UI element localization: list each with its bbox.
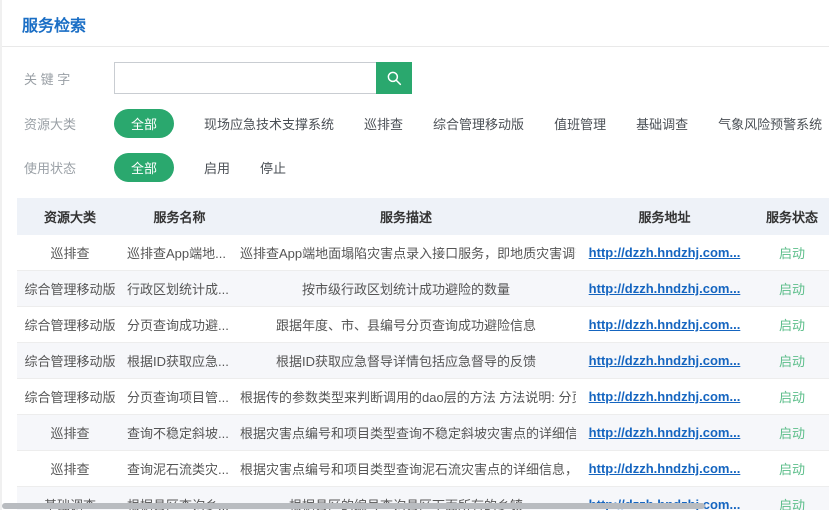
status-badge: 启动 [753, 451, 829, 487]
filter-panel: 关 键 字 资源大类 全部 现场应急技术支撑系统 巡排查 综合管理移动版 值班管… [2, 62, 829, 182]
cell-name: 行政区划统计成... [123, 271, 236, 307]
category-option-6[interactable]: 气象风险预警系统 [718, 114, 822, 133]
status-badge: 启动 [753, 379, 829, 415]
cell-name: 查询不稳定斜坡... [123, 415, 236, 451]
service-url-link[interactable]: http://dzzh.hndzhj.com... [589, 425, 741, 440]
cell-description: 根据灾害点编号和项目类型查询泥石流灾害点的详细信息，包含两卡... [236, 451, 576, 487]
keyword-label: 关 键 字 [24, 69, 114, 88]
cell-description: 跟据年度、市、县编号分页查询成功避险信息 [236, 307, 576, 343]
column-header-category: 资源大类 [17, 198, 123, 235]
table-header-row: 资源大类 服务名称 服务描述 服务地址 服务状态 [17, 198, 829, 235]
table-row: 综合管理移动版 行政区划统计成... 按市级行政区划统计成功避险的数量 http… [17, 271, 829, 307]
category-filter-row: 资源大类 全部 现场应急技术支撑系统 巡排查 综合管理移动版 值班管理 基础调查… [24, 109, 829, 138]
column-header-url: 服务地址 [576, 198, 753, 235]
cell-category: 综合管理移动版 [17, 343, 123, 379]
cell-name: 分页查询项目管... [123, 379, 236, 415]
service-search-page: 服务检索 关 键 字 资源大类 全部 现场应急技术支撑系统 巡排查 综合管理移动… [0, 0, 829, 510]
status-option-enabled[interactable]: 启用 [204, 158, 230, 177]
cell-name: 分页查询成功避... [123, 307, 236, 343]
category-option-5[interactable]: 基础调查 [636, 114, 688, 133]
status-badge: 启动 [753, 235, 829, 271]
status-badge: 启动 [753, 307, 829, 343]
column-header-name: 服务名称 [123, 198, 236, 235]
status-filter-row: 使用状态 全部 启用 停止 [24, 153, 829, 182]
page-title: 服务检索 [2, 0, 829, 47]
category-filter-label: 资源大类 [24, 114, 114, 133]
table-row: 综合管理移动版 分页查询项目管... 根据传的参数类型来判断调用的dao层的方法… [17, 379, 829, 415]
service-url-link[interactable]: http://dzzh.hndzhj.com... [589, 353, 741, 368]
status-badge: 启动 [753, 271, 829, 307]
service-url-link[interactable]: http://dzzh.hndzhj.com... [589, 389, 741, 404]
cell-category: 综合管理移动版 [17, 307, 123, 343]
horizontal-scrollbar[interactable] [2, 502, 829, 510]
cell-category: 巡排查 [17, 451, 123, 487]
cell-description: 巡排查App端地面塌陷灾害点录入接口服务，即地质灾害调查基本信... [236, 235, 576, 271]
cell-description: 根据传的参数类型来判断调用的dao层的方法 方法说明: 分页查询 调... [236, 379, 576, 415]
service-url-link[interactable]: http://dzzh.hndzhj.com... [589, 317, 741, 332]
table-row: 综合管理移动版 根据ID获取应急... 根据ID获取应急督导详情包括应急督导的反… [17, 343, 829, 379]
category-option-3[interactable]: 综合管理移动版 [433, 114, 524, 133]
category-option-4[interactable]: 值班管理 [554, 114, 606, 133]
search-icon [385, 69, 403, 87]
keyword-row: 关 键 字 [24, 62, 829, 94]
cell-description: 按市级行政区划统计成功避险的数量 [236, 271, 576, 307]
service-table: 资源大类 服务名称 服务描述 服务地址 服务状态 巡排查 巡排查App端地...… [17, 198, 829, 510]
cell-name: 根据ID获取应急... [123, 343, 236, 379]
category-options: 全部 现场应急技术支撑系统 巡排查 综合管理移动版 值班管理 基础调查 气象风险… [114, 109, 822, 138]
status-options: 全部 启用 停止 [114, 153, 286, 182]
scrollbar-thumb[interactable] [2, 503, 705, 509]
cell-description: 根据ID获取应急督导详情包括应急督导的反馈 [236, 343, 576, 379]
column-header-description: 服务描述 [236, 198, 576, 235]
table-row: 巡排查 巡排查App端地... 巡排查App端地面塌陷灾害点录入接口服务，即地质… [17, 235, 829, 271]
status-badge: 启动 [753, 415, 829, 451]
category-option-2[interactable]: 巡排查 [364, 114, 403, 133]
cell-category: 综合管理移动版 [17, 379, 123, 415]
search-button[interactable] [376, 62, 412, 94]
table-row: 巡排查 查询不稳定斜坡... 根据灾害点编号和项目类型查询不稳定斜坡灾害点的详细… [17, 415, 829, 451]
cell-category: 巡排查 [17, 415, 123, 451]
status-option-stopped[interactable]: 停止 [260, 158, 286, 177]
cell-category: 巡排查 [17, 235, 123, 271]
service-url-link[interactable]: http://dzzh.hndzhj.com... [589, 461, 741, 476]
service-url-link[interactable]: http://dzzh.hndzhj.com... [589, 245, 741, 260]
category-option-1[interactable]: 现场应急技术支撑系统 [204, 114, 334, 133]
status-option-all[interactable]: 全部 [114, 153, 174, 182]
table-row: 巡排查 查询泥石流类灾... 根据灾害点编号和项目类型查询泥石流灾害点的详细信息… [17, 451, 829, 487]
status-filter-label: 使用状态 [24, 158, 114, 177]
cell-name: 查询泥石流类灾... [123, 451, 236, 487]
cell-category: 综合管理移动版 [17, 271, 123, 307]
table-row: 综合管理移动版 分页查询成功避... 跟据年度、市、县编号分页查询成功避险信息 … [17, 307, 829, 343]
column-header-status: 服务状态 [753, 198, 829, 235]
status-badge: 启动 [753, 343, 829, 379]
service-url-link[interactable]: http://dzzh.hndzhj.com... [589, 281, 741, 296]
cell-name: 巡排查App端地... [123, 235, 236, 271]
cell-description: 根据灾害点编号和项目类型查询不稳定斜坡灾害点的详细信息,包括详... [236, 415, 576, 451]
keyword-input[interactable] [114, 62, 376, 94]
category-option-all[interactable]: 全部 [114, 109, 174, 138]
